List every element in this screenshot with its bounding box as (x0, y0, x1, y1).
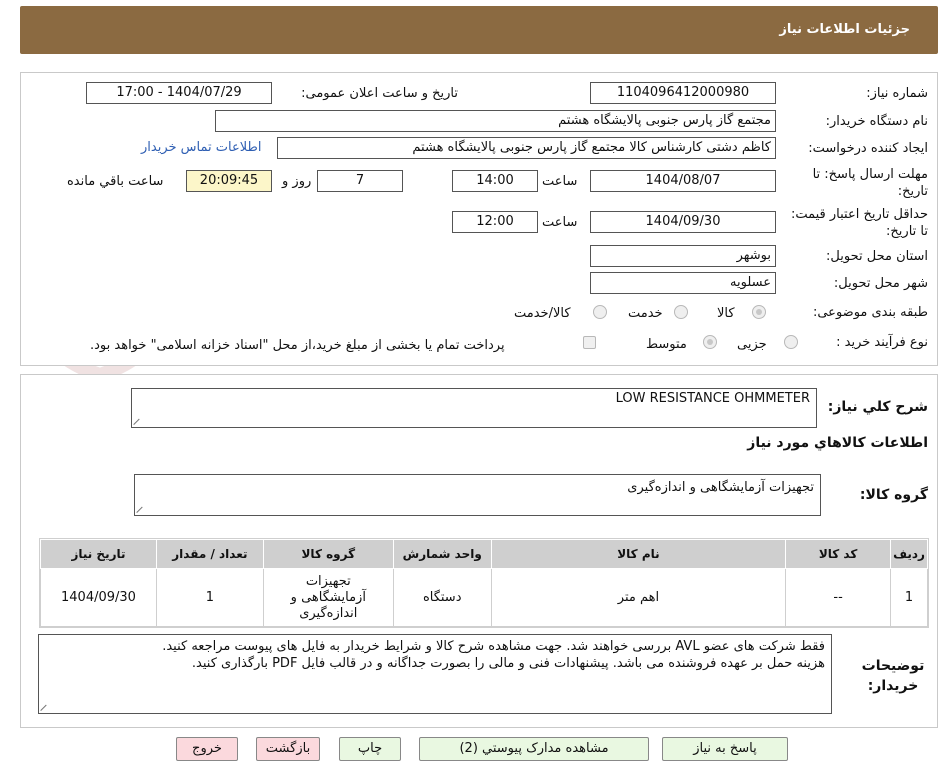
need-number-label: شماره نیاز: (866, 86, 928, 101)
buyer-notes-line-2: هزینه حمل بر عهده فروشنده می باشد. پیشنه… (191, 656, 825, 671)
reply-deadline-label: مهلت ارسال پاسخ: تا تاریخ: (812, 167, 928, 199)
validity-time-label: ساعت (542, 215, 578, 230)
validity-date-field: 1404/09/30 (590, 211, 776, 233)
cell-row-number: 1 (890, 568, 928, 627)
resize-grip-icon[interactable] (41, 703, 49, 711)
need-number-field: 1104096412000980 (590, 82, 776, 104)
resize-grip-icon[interactable] (134, 417, 142, 425)
buyer-org-field: مجتمع گاز پارس جنوبی پالایشگاه هشتم (215, 110, 776, 132)
summary-field: LOW RESISTANCE OHMMETER (131, 388, 817, 428)
process-radio-medium[interactable] (703, 335, 717, 349)
print-button[interactable]: چاپ (339, 737, 401, 761)
buyer-org-label: نام دستگاه خریدار: (825, 114, 928, 129)
category-option-service: خدمت (628, 306, 663, 321)
col-quantity: تعداد / مقدار (155, 539, 264, 569)
announce-label: تاریخ و ساعت اعلان عمومی: (301, 86, 458, 101)
cell-unit: دستگاه (392, 568, 492, 627)
category-option-goods-service: کالا/خدمت (514, 306, 571, 321)
goods-group-field: تجهیزات آزمایشگاهی و اندازه‌گیری (134, 474, 821, 516)
buyer-notes-label: توضیحات خریدار: (861, 658, 925, 694)
buyer-notes-field: فقط شرکت های عضو AVL بررسی خواهند شد. جه… (38, 634, 832, 714)
resize-grip-icon[interactable] (137, 505, 145, 513)
category-label: طبقه بندی موضوعی: (812, 305, 928, 320)
buyer-contact-link[interactable]: اطلاعات تماس خریدار (141, 140, 261, 155)
col-unit: واحد شمارش (392, 539, 492, 569)
process-option-minor: جزیی (737, 337, 767, 352)
treasury-payment-note: پرداخت تمام یا بخشی از مبلغ خرید،از محل … (90, 338, 505, 353)
view-attachments-button[interactable]: مشاهده مدارک پیوستي (2) (419, 737, 649, 761)
process-option-medium: متوسط (646, 337, 687, 352)
province-field: بوشهر (590, 245, 776, 267)
col-goods-group: گروه کالا (262, 539, 394, 569)
city-field: عسلویه (590, 272, 776, 294)
validity-time-field: 12:00 (452, 211, 538, 233)
process-label: نوع فرآیند خرید : (836, 335, 928, 350)
summary-label: شرح کلي نياز: (827, 399, 928, 415)
page-header: جزئیات اطلاعات نیاز (20, 6, 938, 54)
province-label: استان محل تحویل: (826, 249, 928, 264)
back-button[interactable]: بازگشت (256, 737, 320, 761)
remaining-days-field: 7 (317, 170, 403, 192)
exit-button[interactable]: خروج (176, 737, 238, 761)
days-label: روز و (282, 174, 312, 189)
page-title: جزئیات اطلاعات نیاز (779, 22, 910, 37)
announce-field: 1404/07/29 - 17:00 (86, 82, 272, 104)
cell-quantity: 1 (155, 568, 264, 627)
cell-need-date: 1404/09/30 (40, 568, 157, 627)
cell-goods-name: اهم متر (490, 568, 787, 627)
cell-goods-group: تجهیزات آزمایشگاهی و اندازه‌گیری (262, 568, 394, 627)
category-radio-goods[interactable] (752, 305, 766, 319)
reply-date-field: 1404/08/07 (590, 170, 776, 192)
remaining-label: ساعت باقي مانده (67, 174, 164, 189)
col-row-number: رديف (890, 539, 928, 569)
category-option-goods: کالا (717, 306, 735, 321)
goods-group-label: گروه کالا: (859, 487, 928, 503)
treasury-payment-checkbox[interactable] (583, 336, 596, 349)
validity-label: حداقل تاریخ اعتبار قیمت: تا تاریخ: (790, 207, 928, 239)
col-need-date: تاریخ نیاز (40, 539, 157, 569)
city-label: شهر محل تحویل: (833, 276, 928, 291)
creator-field: کاظم دشتی کارشناس کالا مجتمع گاز پارس جن… (277, 137, 776, 159)
process-radio-minor[interactable] (784, 335, 798, 349)
goods-info-title: اطلاعات کالاهاي مورد نياز (747, 435, 928, 451)
goods-group-text: تجهیزات آزمایشگاهی و اندازه‌گیری (627, 480, 814, 495)
goods-table-header: رديف کد کالا نام کالا واحد شمارش گروه کا… (40, 539, 928, 569)
reply-time-label: ساعت (542, 174, 578, 189)
col-goods-code: کد کالا (785, 539, 892, 569)
buyer-notes-line-1: فقط شرکت های عضو AVL بررسی خواهند شد. جه… (162, 639, 825, 654)
cell-goods-code: -- (785, 568, 892, 627)
creator-label: ایجاد کننده درخواست: (808, 141, 928, 156)
col-goods-name: نام کالا (490, 539, 787, 569)
remaining-time-field: 20:09:45 (186, 170, 272, 192)
category-radio-goods-service[interactable] (593, 305, 607, 319)
reply-time-field: 14:00 (452, 170, 538, 192)
goods-table: رديف کد کالا نام کالا واحد شمارش گروه کا… (39, 538, 929, 628)
reply-button[interactable]: پاسخ به نیاز (662, 737, 788, 761)
table-row: 1 -- اهم متر دستگاه تجهیزات آزمایشگاهی و… (40, 568, 928, 627)
summary-text: LOW RESISTANCE OHMMETER (615, 391, 810, 406)
category-radio-service[interactable] (674, 305, 688, 319)
